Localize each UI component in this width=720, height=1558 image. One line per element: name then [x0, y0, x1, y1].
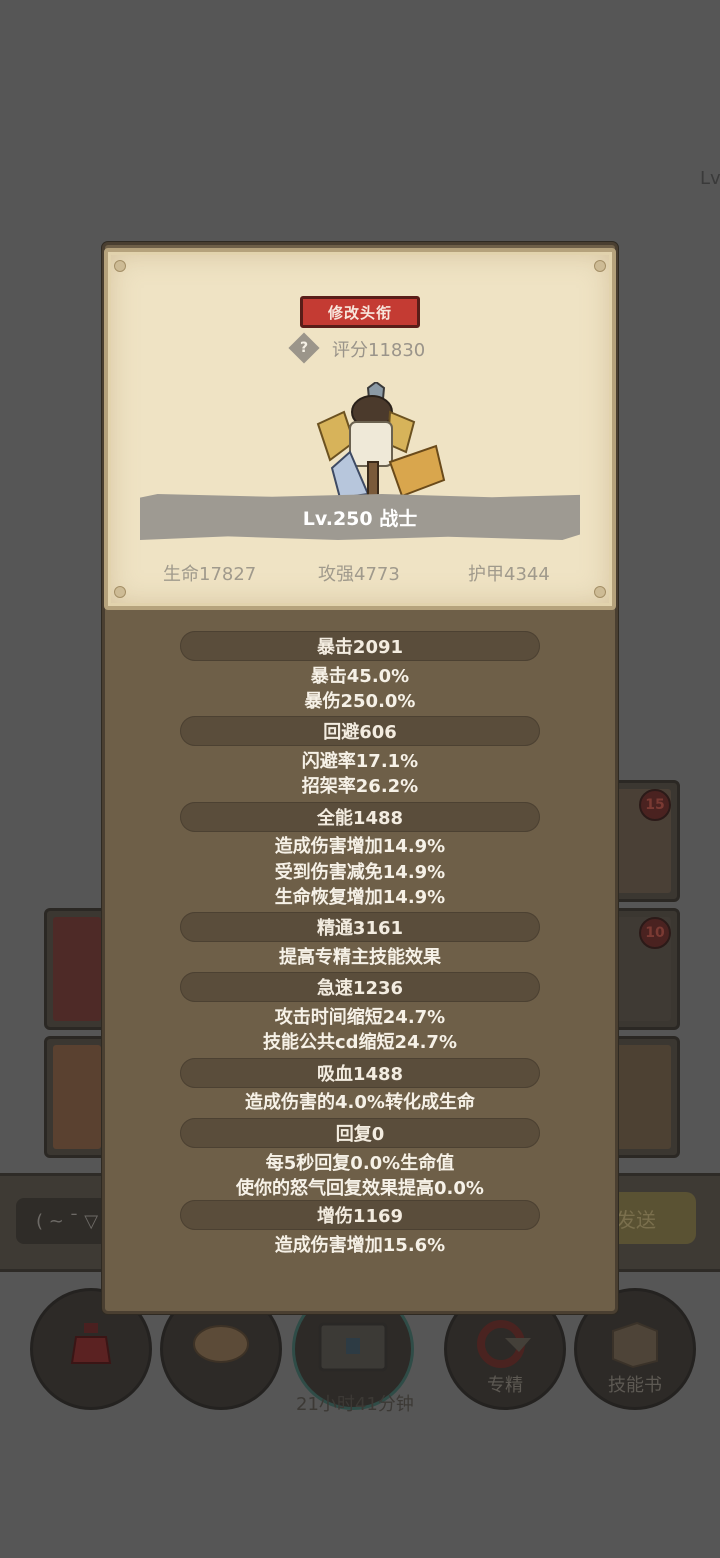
- regen-header: 回复0: [180, 1118, 540, 1148]
- card-level-badge: 15: [639, 789, 671, 821]
- versatility-header: 全能1488: [180, 802, 540, 832]
- warrior-character-icon: [316, 382, 446, 503]
- stat-detail: 造成伤害的4.0%转化成生命: [245, 1092, 475, 1113]
- level-class-banner: Lv.250 战士: [140, 494, 580, 540]
- stat-detail: 技能公共cd缩短24.7%: [262, 1032, 457, 1053]
- skill-book-label: 技能书: [608, 1375, 662, 1396]
- chest-icon: [318, 1322, 388, 1372]
- crit-header: 暴击2091: [180, 631, 540, 661]
- stat-detail: 闪避率17.1%: [301, 751, 419, 772]
- chat-input[interactable]: ( ~ ¯ ▽: [16, 1198, 116, 1244]
- chest-timer: 21小时41分钟: [296, 1394, 414, 1415]
- stat-detail: 暴击45.0%: [310, 666, 410, 687]
- potion-icon: [70, 1323, 112, 1365]
- bread-icon: [193, 1325, 249, 1364]
- rivet: [594, 586, 606, 598]
- lifesteal-header: 吸血1488: [180, 1058, 540, 1088]
- hp-stat: 生命17827: [163, 564, 257, 585]
- background-card-low-left[interactable]: [44, 1036, 110, 1158]
- card-level-badge: 10: [639, 917, 671, 949]
- rivet: [114, 586, 126, 598]
- evasion-header: 回避606: [180, 716, 540, 746]
- armor-stat: 护甲4344: [468, 564, 550, 585]
- stat-detail: 攻击时间缩短24.7%: [274, 1007, 446, 1028]
- stat-detail: 生命恢复增加14.9%: [274, 887, 446, 908]
- specialization-icon: [477, 1320, 531, 1369]
- stat-detail: 暴伤250.0%: [304, 691, 416, 712]
- stat-detail: 使你的怒气回复效果提高0.0%: [236, 1178, 484, 1199]
- rivet: [594, 260, 606, 272]
- mastery-header: 精通3161: [180, 912, 540, 942]
- stat-detail: 受到伤害减免14.9%: [274, 862, 446, 883]
- stat-detail: 造成伤害增加15.6%: [274, 1235, 446, 1256]
- skill-book-icon: [612, 1322, 658, 1369]
- stat-detail: 造成伤害增加14.9%: [274, 836, 446, 857]
- edit-title-button[interactable]: 修改头衔: [300, 296, 420, 328]
- damage-increase-header: 增伤1169: [180, 1200, 540, 1230]
- stat-detail: 每5秒回复0.0%生命值: [265, 1153, 455, 1174]
- haste-header: 急速1236: [180, 972, 540, 1002]
- specialization-label: 专精: [487, 1375, 523, 1396]
- score-text: 评分11830: [332, 340, 426, 361]
- stat-detail: 招架率26.2%: [301, 776, 419, 797]
- score-help-icon[interactable]: ?: [288, 332, 320, 364]
- background-card-mid-left[interactable]: [44, 908, 110, 1030]
- attack-power-stat: 攻强4773: [318, 564, 400, 585]
- background-level-text: Lv.: [700, 168, 720, 189]
- stat-detail: 提高专精主技能效果: [279, 947, 441, 968]
- rivet: [114, 260, 126, 272]
